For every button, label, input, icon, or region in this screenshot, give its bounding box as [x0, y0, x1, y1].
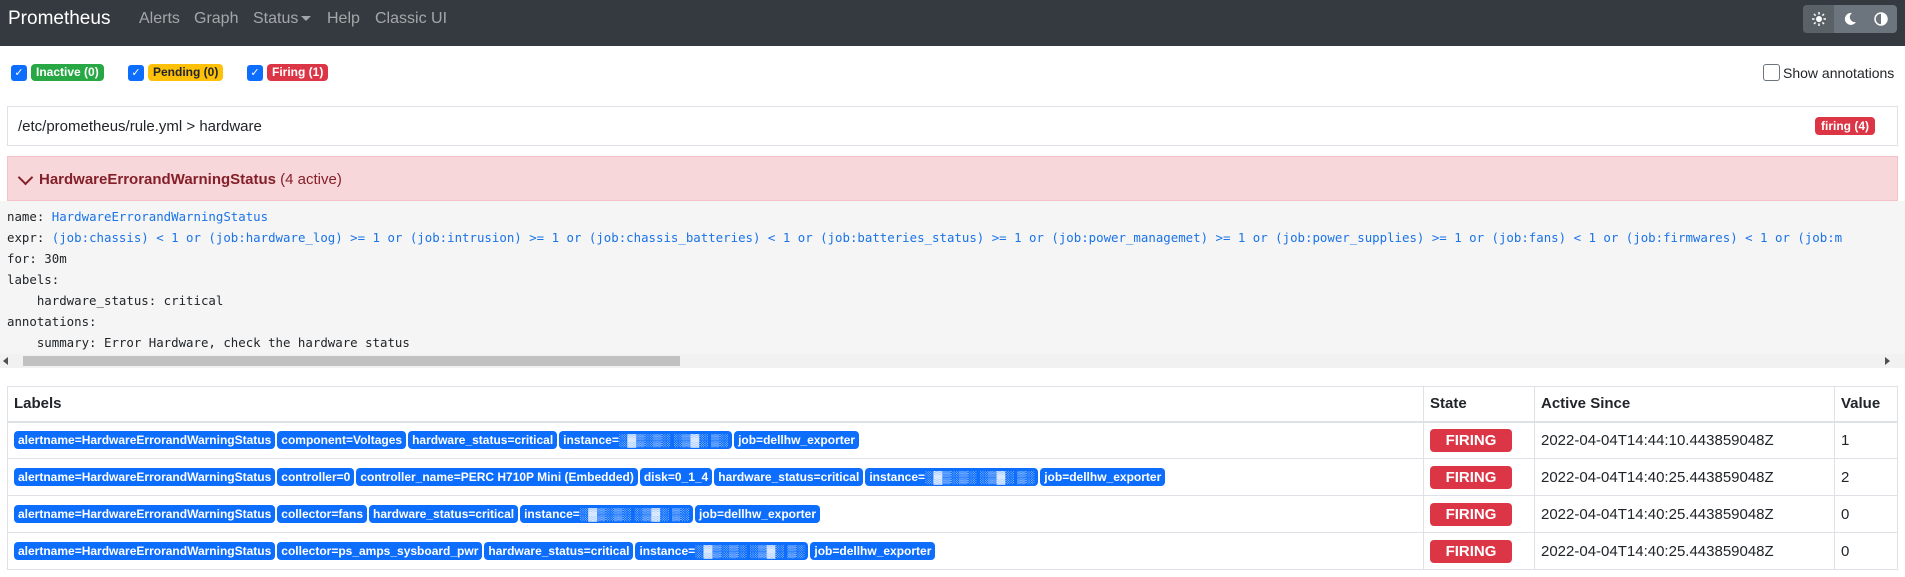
- state-badge: FIRING: [1430, 465, 1512, 489]
- yaml-expr-value[interactable]: (job:chassis) < 1 or (job:hardware_log) …: [52, 230, 1842, 245]
- firing-checkbox[interactable]: ✓: [247, 65, 263, 81]
- labels-cell: alertname=HardwareErrorandWarningStatus c…: [7, 495, 1424, 533]
- scroll-right-icon[interactable]: [1885, 357, 1890, 365]
- label-badge: controller_name=PERC H710P Mini (Embedde…: [356, 468, 638, 486]
- label-badge: hardware_status=critical: [714, 468, 864, 486]
- navbar: Prometheus Alerts Graph Status Help Clas…: [0, 0, 1905, 46]
- pending-checkbox[interactable]: ✓: [128, 65, 144, 81]
- label-badge: hardware_status=critical: [408, 431, 558, 450]
- nav-help[interactable]: Help: [327, 10, 360, 28]
- label-badge: job=dellhw_exporter: [734, 431, 860, 450]
- label-badge: collector=fans: [277, 505, 367, 523]
- rule-file-path: /etc/prometheus/rule.yml > hardware: [18, 118, 262, 135]
- theme-toggle-group: [1803, 5, 1897, 33]
- table-row: alertname=HardwareErrorandWarningStatus c…: [7, 532, 1898, 570]
- chevron-down-icon: [17, 169, 34, 186]
- table-header-row: Labels State Active Since Value: [7, 386, 1898, 423]
- value-cell: 0: [1834, 532, 1898, 570]
- state-badge: FIRING: [1430, 539, 1512, 563]
- yaml-for: for: 30m: [7, 251, 67, 266]
- chevron-down-icon: [301, 16, 312, 22]
- alerts-table: Labels State Active Since Value alertnam…: [7, 386, 1898, 570]
- pending-badge: Pending (0): [148, 64, 224, 81]
- inactive-badge: Inactive (0): [31, 64, 104, 81]
- nav-classic-ui[interactable]: Classic UI: [375, 10, 447, 28]
- show-annotations-checkbox[interactable]: [1763, 64, 1780, 81]
- contrast-icon[interactable]: [1865, 5, 1896, 33]
- yaml-label-line: hardware_status: critical: [21, 293, 224, 308]
- label-badge: instance=░▓▒░▒░ ░▒▓░ ▒░: [635, 542, 809, 560]
- label-badge: job=dellhw_exporter: [694, 505, 820, 523]
- nav-alerts[interactable]: Alerts: [139, 10, 180, 28]
- label-badge: component=Voltages: [277, 431, 407, 450]
- yaml-summary-line: summary: Error Hardware, check the hardw…: [21, 335, 410, 350]
- rule-definition: name: HardwareErrorandWarningStatus expr…: [0, 201, 1905, 368]
- scrollbar-thumb[interactable]: [23, 356, 680, 366]
- state-badge: FIRING: [1430, 428, 1512, 452]
- label-badge: alertname=HardwareErrorandWarningStatus: [14, 431, 276, 450]
- label-badge: job=dellhw_exporter: [810, 542, 936, 560]
- nav-status[interactable]: Status: [253, 10, 312, 28]
- yaml-name-key: name:: [7, 209, 52, 224]
- inactive-checkbox[interactable]: ✓: [11, 65, 27, 81]
- value-cell: 2: [1834, 458, 1898, 496]
- label-badge: controller=0: [277, 468, 355, 486]
- value-cell: 1: [1834, 421, 1898, 459]
- label-badge: collector=ps_amps_sysboard_pwr: [277, 542, 483, 560]
- label-badge: instance=░▓▒░▒░ ░▒▓░ ▒░: [559, 431, 733, 450]
- alert-rule-header[interactable]: HardwareErrorandWarningStatus (4 active): [7, 156, 1898, 201]
- show-annotations-label: Show annotations: [1783, 65, 1895, 81]
- state-cell: FIRING: [1423, 495, 1535, 533]
- yaml-expr-key: expr:: [7, 230, 52, 245]
- label-badge: instance=░▓▒░▒░ ░▒▓░ ▒░: [865, 468, 1039, 486]
- table-row: alertname=HardwareErrorandWarningStatus c…: [7, 495, 1898, 533]
- label-badge: job=dellhw_exporter: [1040, 468, 1166, 486]
- active-since-cell: 2022-04-04T14:40:25.443859048Z: [1534, 495, 1835, 533]
- active-since-cell: 2022-04-04T14:40:25.443859048Z: [1534, 532, 1835, 570]
- yaml-name-value: HardwareErrorandWarningStatus: [51, 209, 269, 224]
- value-cell: 0: [1834, 495, 1898, 533]
- labels-cell: alertname=HardwareErrorandWarningStatus c…: [7, 458, 1424, 496]
- col-state: State: [1423, 386, 1535, 423]
- label-badge: disk=0_1_4: [639, 468, 713, 486]
- label-badge: alertname=HardwareErrorandWarningStatus: [14, 468, 276, 486]
- label-badge: alertname=HardwareErrorandWarningStatus: [14, 505, 276, 523]
- labels-cell: alertname=HardwareErrorandWarningStatus c…: [7, 532, 1424, 570]
- nav-status-label: Status: [253, 10, 299, 27]
- active-since-cell: 2022-04-04T14:40:25.443859048Z: [1534, 458, 1835, 496]
- alert-rule-name: HardwareErrorandWarningStatus: [39, 171, 276, 188]
- brand-link[interactable]: Prometheus: [8, 8, 110, 30]
- yaml-annotations-key: annotations:: [7, 314, 97, 329]
- label-badge: instance=░▓▒░▒░ ░▒▓░ ▒░: [520, 505, 693, 523]
- yaml-labels-key: labels:: [7, 272, 60, 287]
- table-row: alertname=HardwareErrorandWarningStatus c…: [7, 421, 1898, 459]
- state-cell: FIRING: [1423, 421, 1535, 459]
- col-value: Value: [1834, 386, 1898, 423]
- label-badge: hardware_status=critical: [369, 505, 519, 523]
- firing-badge: Firing (1): [267, 64, 329, 81]
- active-since-cell: 2022-04-04T14:44:10.443859048Z: [1534, 421, 1835, 459]
- state-cell: FIRING: [1423, 458, 1535, 496]
- nav-graph[interactable]: Graph: [194, 10, 238, 28]
- col-labels: Labels: [7, 386, 1424, 423]
- label-badge: hardware_status=critical: [484, 542, 634, 560]
- alert-active-count: (4 active): [280, 171, 342, 188]
- col-active-since: Active Since: [1534, 386, 1835, 423]
- moon-icon[interactable]: [1834, 5, 1865, 33]
- rule-group-header: /etc/prometheus/rule.yml > hardware: [7, 106, 1898, 146]
- label-badge: alertname=HardwareErrorandWarningStatus: [14, 542, 276, 560]
- table-row: alertname=HardwareErrorandWarningStatus c…: [7, 458, 1898, 496]
- labels-cell: alertname=HardwareErrorandWarningStatus c…: [7, 421, 1424, 459]
- group-firing-badge: firing (4): [1815, 117, 1875, 135]
- sun-icon[interactable]: [1803, 5, 1834, 33]
- state-badge: FIRING: [1430, 502, 1512, 526]
- state-cell: FIRING: [1423, 532, 1535, 570]
- alert-rule-title: HardwareErrorandWarningStatus (4 active): [39, 171, 342, 188]
- scroll-left-icon[interactable]: [3, 357, 8, 365]
